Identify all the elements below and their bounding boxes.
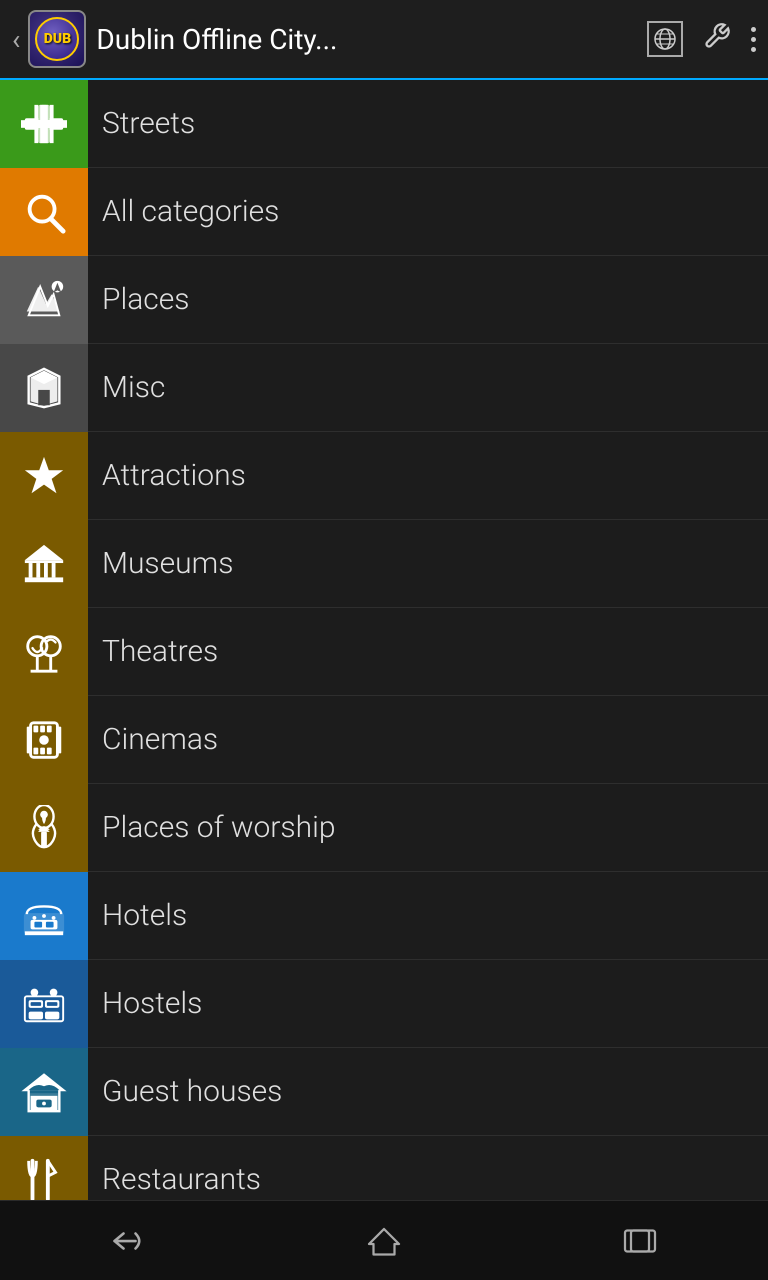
hostels-icon <box>0 960 88 1048</box>
app-logo-text: DUB <box>44 31 71 47</box>
places-label: Places <box>88 282 189 317</box>
menu-item-all-categories[interactable]: All categories <box>0 168 768 256</box>
bottom-navigation <box>0 1200 768 1280</box>
app-header: ‹ DUB Dublin Offline City... <box>0 0 768 80</box>
worship-icon <box>0 784 88 872</box>
theatres-icon <box>0 608 88 696</box>
menu-item-streets[interactable]: Streets <box>0 80 768 168</box>
hostels-label: Hostels <box>88 986 202 1021</box>
misc-icon <box>0 344 88 432</box>
globe-icon[interactable] <box>647 21 683 57</box>
menu-item-places[interactable]: Places <box>0 256 768 344</box>
back-nav-button[interactable] <box>88 1216 168 1266</box>
app-logo: DUB <box>28 10 86 68</box>
restaurants-label: Restaurants <box>88 1162 261 1197</box>
header-title: Dublin Offline City... <box>96 23 647 56</box>
museums-icon <box>0 520 88 608</box>
more-icon[interactable] <box>751 27 756 52</box>
header-icons <box>647 21 756 57</box>
home-nav-button[interactable] <box>344 1216 424 1266</box>
app-logo-inner: DUB <box>35 17 79 61</box>
menu-item-hostels[interactable]: Hostels <box>0 960 768 1048</box>
menu-item-restaurants[interactable]: Restaurants <box>0 1136 768 1200</box>
menu-item-theatres[interactable]: Theatres <box>0 608 768 696</box>
restaurants-icon <box>0 1136 88 1201</box>
all-categories-label: All categories <box>88 194 279 229</box>
menu-item-places-of-worship[interactable]: Places of worship <box>0 784 768 872</box>
menu-item-hotels[interactable]: Hotels <box>0 872 768 960</box>
wrench-icon[interactable] <box>703 22 731 57</box>
streets-label: Streets <box>88 106 195 141</box>
guesthouses-icon <box>0 1048 88 1136</box>
menu-item-attractions[interactable]: Attractions <box>0 432 768 520</box>
menu-list: Streets All categories Places <box>0 80 768 1200</box>
attractions-label: Attractions <box>88 458 246 493</box>
menu-item-museums[interactable]: Museums <box>0 520 768 608</box>
attractions-icon <box>0 432 88 520</box>
hotels-label: Hotels <box>88 898 187 933</box>
streets-icon <box>0 80 88 168</box>
cinemas-icon <box>0 696 88 784</box>
menu-item-cinemas[interactable]: Cinemas <box>0 696 768 784</box>
all-categories-icon <box>0 168 88 256</box>
museums-label: Museums <box>88 546 233 581</box>
theatres-label: Theatres <box>88 634 218 669</box>
recents-nav-button[interactable] <box>600 1216 680 1266</box>
guesthouses-label: Guest houses <box>88 1074 282 1109</box>
hotels-icon <box>0 872 88 960</box>
menu-item-misc[interactable]: Misc <box>0 344 768 432</box>
places-icon <box>0 256 88 344</box>
worship-label: Places of worship <box>88 810 335 845</box>
cinemas-label: Cinemas <box>88 722 218 757</box>
menu-item-guest-houses[interactable]: Guest houses <box>0 1048 768 1136</box>
back-button[interactable]: ‹ <box>12 23 20 56</box>
misc-label: Misc <box>88 370 165 405</box>
